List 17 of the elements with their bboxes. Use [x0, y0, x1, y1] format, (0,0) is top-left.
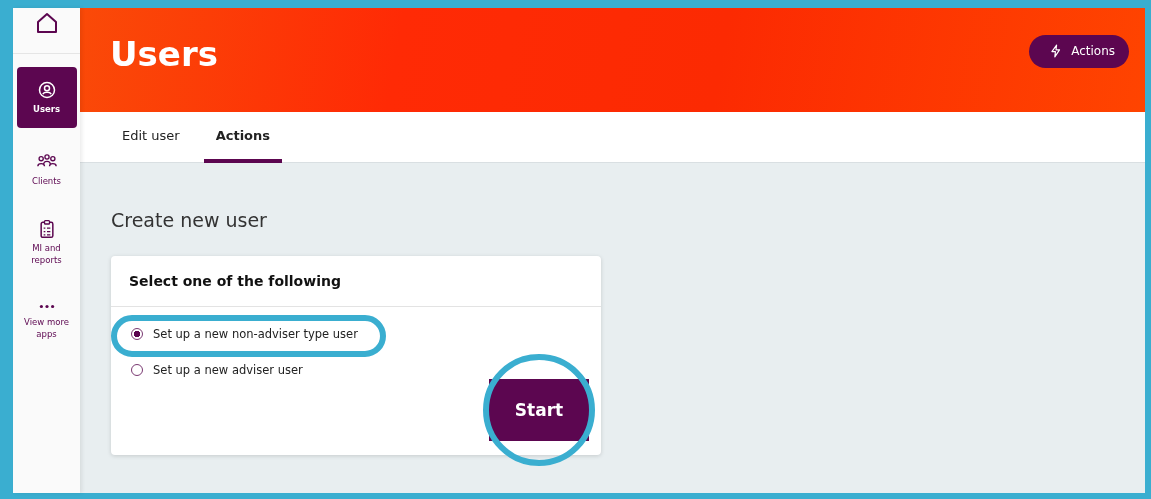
start-button[interactable]: Start	[489, 379, 589, 441]
nav-item[interactable]: View more apps	[16, 290, 77, 348]
nav-item[interactable]: MI and reports	[16, 211, 77, 274]
nav-item[interactable]: Users	[16, 67, 77, 128]
tab[interactable]: Edit user	[110, 112, 192, 163]
option-label[interactable]: Set up a new non-adviser type user	[153, 327, 358, 341]
card-title: Select one of the following	[111, 256, 601, 307]
radio-button[interactable]	[131, 328, 143, 340]
more-icon	[38, 304, 55, 309]
user-icon	[36, 80, 57, 100]
section-title: Create new user	[111, 209, 268, 231]
nav-item[interactable]: Clients	[16, 144, 77, 195]
page-title: Users	[110, 34, 218, 74]
option-label[interactable]: Set up a new adviser user	[153, 363, 303, 377]
actions-button[interactable]: Actions	[1029, 34, 1129, 68]
tab[interactable]: Actions	[203, 112, 283, 163]
home-icon[interactable]	[34, 11, 59, 35]
